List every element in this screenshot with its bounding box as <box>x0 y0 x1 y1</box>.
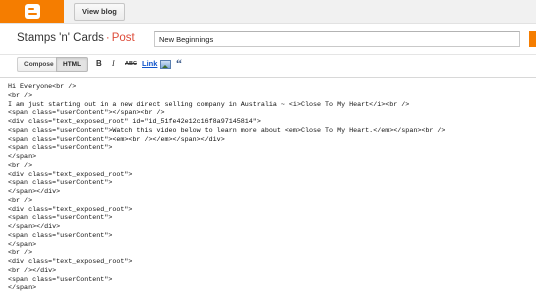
blogger-logo[interactable] <box>0 0 64 23</box>
code-line: <div class="text_exposed_root"> <box>8 205 133 214</box>
view-blog-button[interactable]: View blog <box>74 3 125 21</box>
code-line: </span> <box>8 240 37 249</box>
publish-button-edge[interactable] <box>529 31 536 47</box>
blog-name[interactable]: Stamps 'n' Cards <box>17 32 104 44</box>
code-line: <div class="text_exposed_root" id="id_51… <box>8 118 261 126</box>
link-button[interactable]: Link <box>142 58 157 70</box>
code-line: Hi Everyone<br /> <box>8 83 77 91</box>
code-line: </span> <box>8 284 37 293</box>
code-line: <span class="userContent">Watch this vid… <box>8 126 446 135</box>
blog-name-breadcrumb: Stamps 'n' Cards · Post <box>17 32 135 44</box>
code-line: </span></div> <box>8 188 61 196</box>
code-line: <span class="userContent"><em><br /></em… <box>8 135 225 144</box>
code-line: <span class="userContent"> <box>8 275 113 284</box>
code-line: <span class="userContent"> <box>8 231 113 240</box>
code-line: <span class="userContent"></span><br /> <box>8 109 165 118</box>
code-line: I am just starting out in a new direct s… <box>8 100 410 109</box>
code-line: <span class="userContent"> <box>8 179 113 188</box>
post-title-input[interactable]: New Beginnings <box>154 31 520 47</box>
html-code[interactable]: Hi Everyone<br /> <br /> I am just startin… <box>8 83 536 293</box>
section-label: Post <box>111 32 135 44</box>
code-line: <br /> <box>8 196 33 205</box>
code-line: </span> <box>8 153 37 161</box>
bold-button[interactable]: B <box>96 58 102 70</box>
code-line: <div class="text_exposed_root"> <box>8 258 133 266</box>
code-line: <br /> <box>8 249 33 258</box>
blockquote-button[interactable]: “ <box>176 56 182 70</box>
code-line: <br /> <box>8 161 33 170</box>
tab-compose[interactable]: Compose <box>17 57 60 72</box>
code-line: <span class="userContent"> <box>8 214 113 223</box>
code-line: <br /> <box>8 91 33 100</box>
code-line: <br /></div> <box>8 266 57 275</box>
code-line: <span class="userContent"> <box>8 144 113 153</box>
strikethrough-button[interactable]: ABC <box>125 58 137 70</box>
italic-button[interactable]: I <box>112 58 115 70</box>
insert-image-icon[interactable] <box>160 60 171 69</box>
code-line: <div class="text_exposed_root"> <box>8 170 133 179</box>
breadcrumb-separator: · <box>105 32 110 44</box>
tab-html[interactable]: HTML <box>56 57 89 72</box>
code-line: </span></div> <box>8 223 61 231</box>
blogger-logo-icon <box>24 4 40 19</box>
